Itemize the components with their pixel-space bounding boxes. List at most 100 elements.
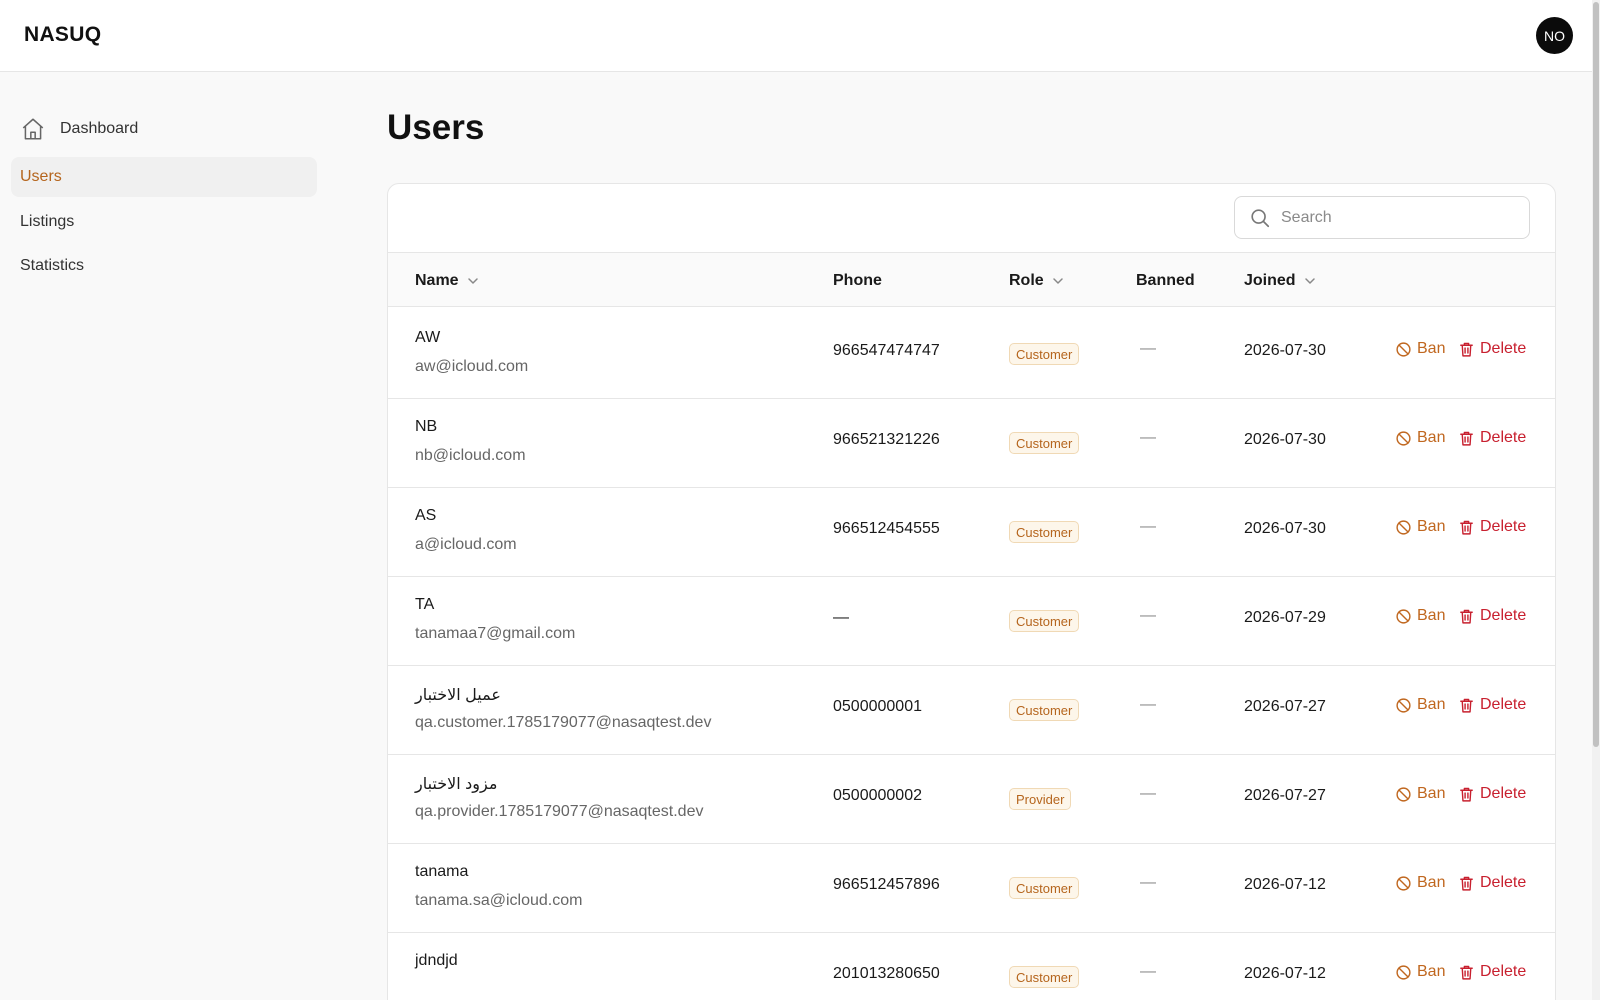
sidebar-item-label: Statistics — [20, 257, 85, 274]
search-box[interactable] — [1234, 196, 1530, 239]
column-label: Role — [1009, 271, 1044, 289]
user-phone: 201013280650 — [833, 965, 940, 982]
trash-icon — [1458, 964, 1475, 981]
chevron-down-icon — [1050, 273, 1066, 289]
sidebar-item-label: Dashboard — [60, 120, 139, 137]
user-name: عميل الاختبار — [415, 687, 501, 704]
ban-label: Ban — [1417, 874, 1446, 891]
delete-button[interactable]: Delete — [1458, 696, 1526, 714]
banned-status: — — [1140, 785, 1156, 802]
delete-button[interactable]: Delete — [1458, 963, 1526, 981]
ban-label: Ban — [1417, 963, 1446, 980]
banned-status: — — [1140, 607, 1156, 624]
users-table-card: Name Phone Role Banned Joined AW aw@iclou… — [387, 183, 1556, 1000]
sidebar-item-listings[interactable]: Listings — [11, 202, 317, 242]
ban-icon — [1395, 786, 1412, 803]
user-phone: 0500000002 — [833, 787, 922, 804]
sidebar: Dashboard Users Listings Statistics — [0, 72, 330, 1000]
chevron-down-icon — [465, 273, 481, 289]
search-icon — [1249, 207, 1271, 229]
user-phone: 966547474747 — [833, 342, 940, 359]
trash-icon — [1458, 875, 1475, 892]
user-email: aw@icloud.com — [415, 358, 529, 375]
delete-button[interactable]: Delete — [1458, 340, 1526, 358]
user-phone: — — [833, 609, 849, 626]
user-name: tanama — [415, 863, 469, 880]
ban-button[interactable]: Ban — [1395, 785, 1445, 803]
user-email: qa.provider.1785179077@nasaqtest.dev — [415, 803, 704, 820]
user-name: AS — [415, 507, 437, 524]
user-email: qa.customer.1785179077@nasaqtest.dev — [415, 714, 712, 731]
ban-button[interactable]: Ban — [1395, 429, 1445, 447]
sidebar-item-label: Users — [20, 168, 62, 185]
delete-button[interactable]: Delete — [1458, 874, 1526, 892]
ban-button[interactable]: Ban — [1395, 963, 1445, 981]
joined-date: 2026-07-30 — [1244, 520, 1326, 537]
ban-icon — [1395, 964, 1412, 981]
column-header-joined[interactable]: Joined — [1244, 253, 1318, 308]
user-phone: 0500000001 — [833, 698, 922, 715]
column-label: Joined — [1244, 271, 1296, 289]
ban-icon — [1395, 697, 1412, 714]
ban-icon — [1395, 875, 1412, 892]
user-phone: 966512454555 — [833, 520, 940, 537]
role-badge: Customer — [1009, 521, 1080, 543]
joined-date: 2026-07-27 — [1244, 787, 1326, 804]
ban-button[interactable]: Ban — [1395, 607, 1445, 625]
trash-icon — [1458, 430, 1475, 447]
sidebar-item-dashboard[interactable]: Dashboard — [11, 109, 317, 149]
table-row: jdndjd 201013280650 Customer — 2026-07-12 Ban… — [388, 931, 1555, 1000]
user-name: TA — [415, 596, 435, 613]
column-header-phone: Phone — [833, 253, 882, 308]
table-row: AW aw@icloud.com 966547474747 Customer — 2026… — [388, 308, 1555, 399]
user-name: مزود الاختبار — [415, 776, 498, 793]
user-email: a@icloud.com — [415, 536, 517, 553]
table-row: AS a@icloud.com 966512454555 Customer — 2026-… — [388, 486, 1555, 577]
user-avatar[interactable]: NO — [1536, 17, 1573, 54]
ban-icon — [1395, 519, 1412, 536]
table-row: TA tanamaa7@gmail.com — Customer — 2026-07-29… — [388, 575, 1555, 666]
joined-date: 2026-07-12 — [1244, 965, 1326, 982]
banned-status: — — [1140, 963, 1156, 980]
column-header-role[interactable]: Role — [1009, 253, 1066, 308]
scrollbar-thumb[interactable] — [1593, 2, 1599, 747]
delete-button[interactable]: Delete — [1458, 607, 1526, 625]
trash-icon — [1458, 519, 1475, 536]
page-title: Users — [387, 108, 485, 147]
role-badge: Customer — [1009, 877, 1080, 899]
brand-logo[interactable]: NASUQ — [24, 23, 101, 47]
sidebar-item-label: Listings — [20, 213, 75, 230]
ban-label: Ban — [1417, 696, 1446, 713]
column-label: Name — [415, 271, 459, 289]
column-label: Phone — [833, 271, 882, 289]
ban-button[interactable]: Ban — [1395, 340, 1445, 358]
role-badge: Customer — [1009, 699, 1080, 721]
column-header-name[interactable]: Name — [415, 253, 481, 308]
sidebar-item-statistics[interactable]: Statistics — [11, 246, 317, 286]
page-scrollbar[interactable] — [1592, 0, 1600, 1000]
banned-status: — — [1140, 518, 1156, 535]
delete-label: Delete — [1480, 874, 1527, 891]
search-input[interactable] — [1281, 208, 1511, 227]
delete-label: Delete — [1480, 696, 1527, 713]
role-badge: Customer — [1009, 610, 1080, 632]
trash-icon — [1458, 697, 1475, 714]
delete-button[interactable]: Delete — [1458, 785, 1526, 803]
delete-label: Delete — [1480, 340, 1527, 357]
banned-status: — — [1140, 340, 1156, 357]
ban-icon — [1395, 341, 1412, 358]
ban-button[interactable]: Ban — [1395, 874, 1445, 892]
ban-button[interactable]: Ban — [1395, 518, 1445, 536]
user-name: jdndjd — [415, 952, 458, 969]
ban-button[interactable]: Ban — [1395, 696, 1445, 714]
delete-button[interactable]: Delete — [1458, 518, 1526, 536]
ban-label: Ban — [1417, 518, 1446, 535]
joined-date: 2026-07-27 — [1244, 698, 1326, 715]
role-badge: Provider — [1009, 788, 1072, 810]
joined-date: 2026-07-12 — [1244, 876, 1326, 893]
ban-label: Ban — [1417, 429, 1446, 446]
role-badge: Customer — [1009, 343, 1080, 365]
delete-button[interactable]: Delete — [1458, 429, 1526, 447]
sidebar-item-users[interactable]: Users — [11, 157, 317, 197]
ban-icon — [1395, 430, 1412, 447]
